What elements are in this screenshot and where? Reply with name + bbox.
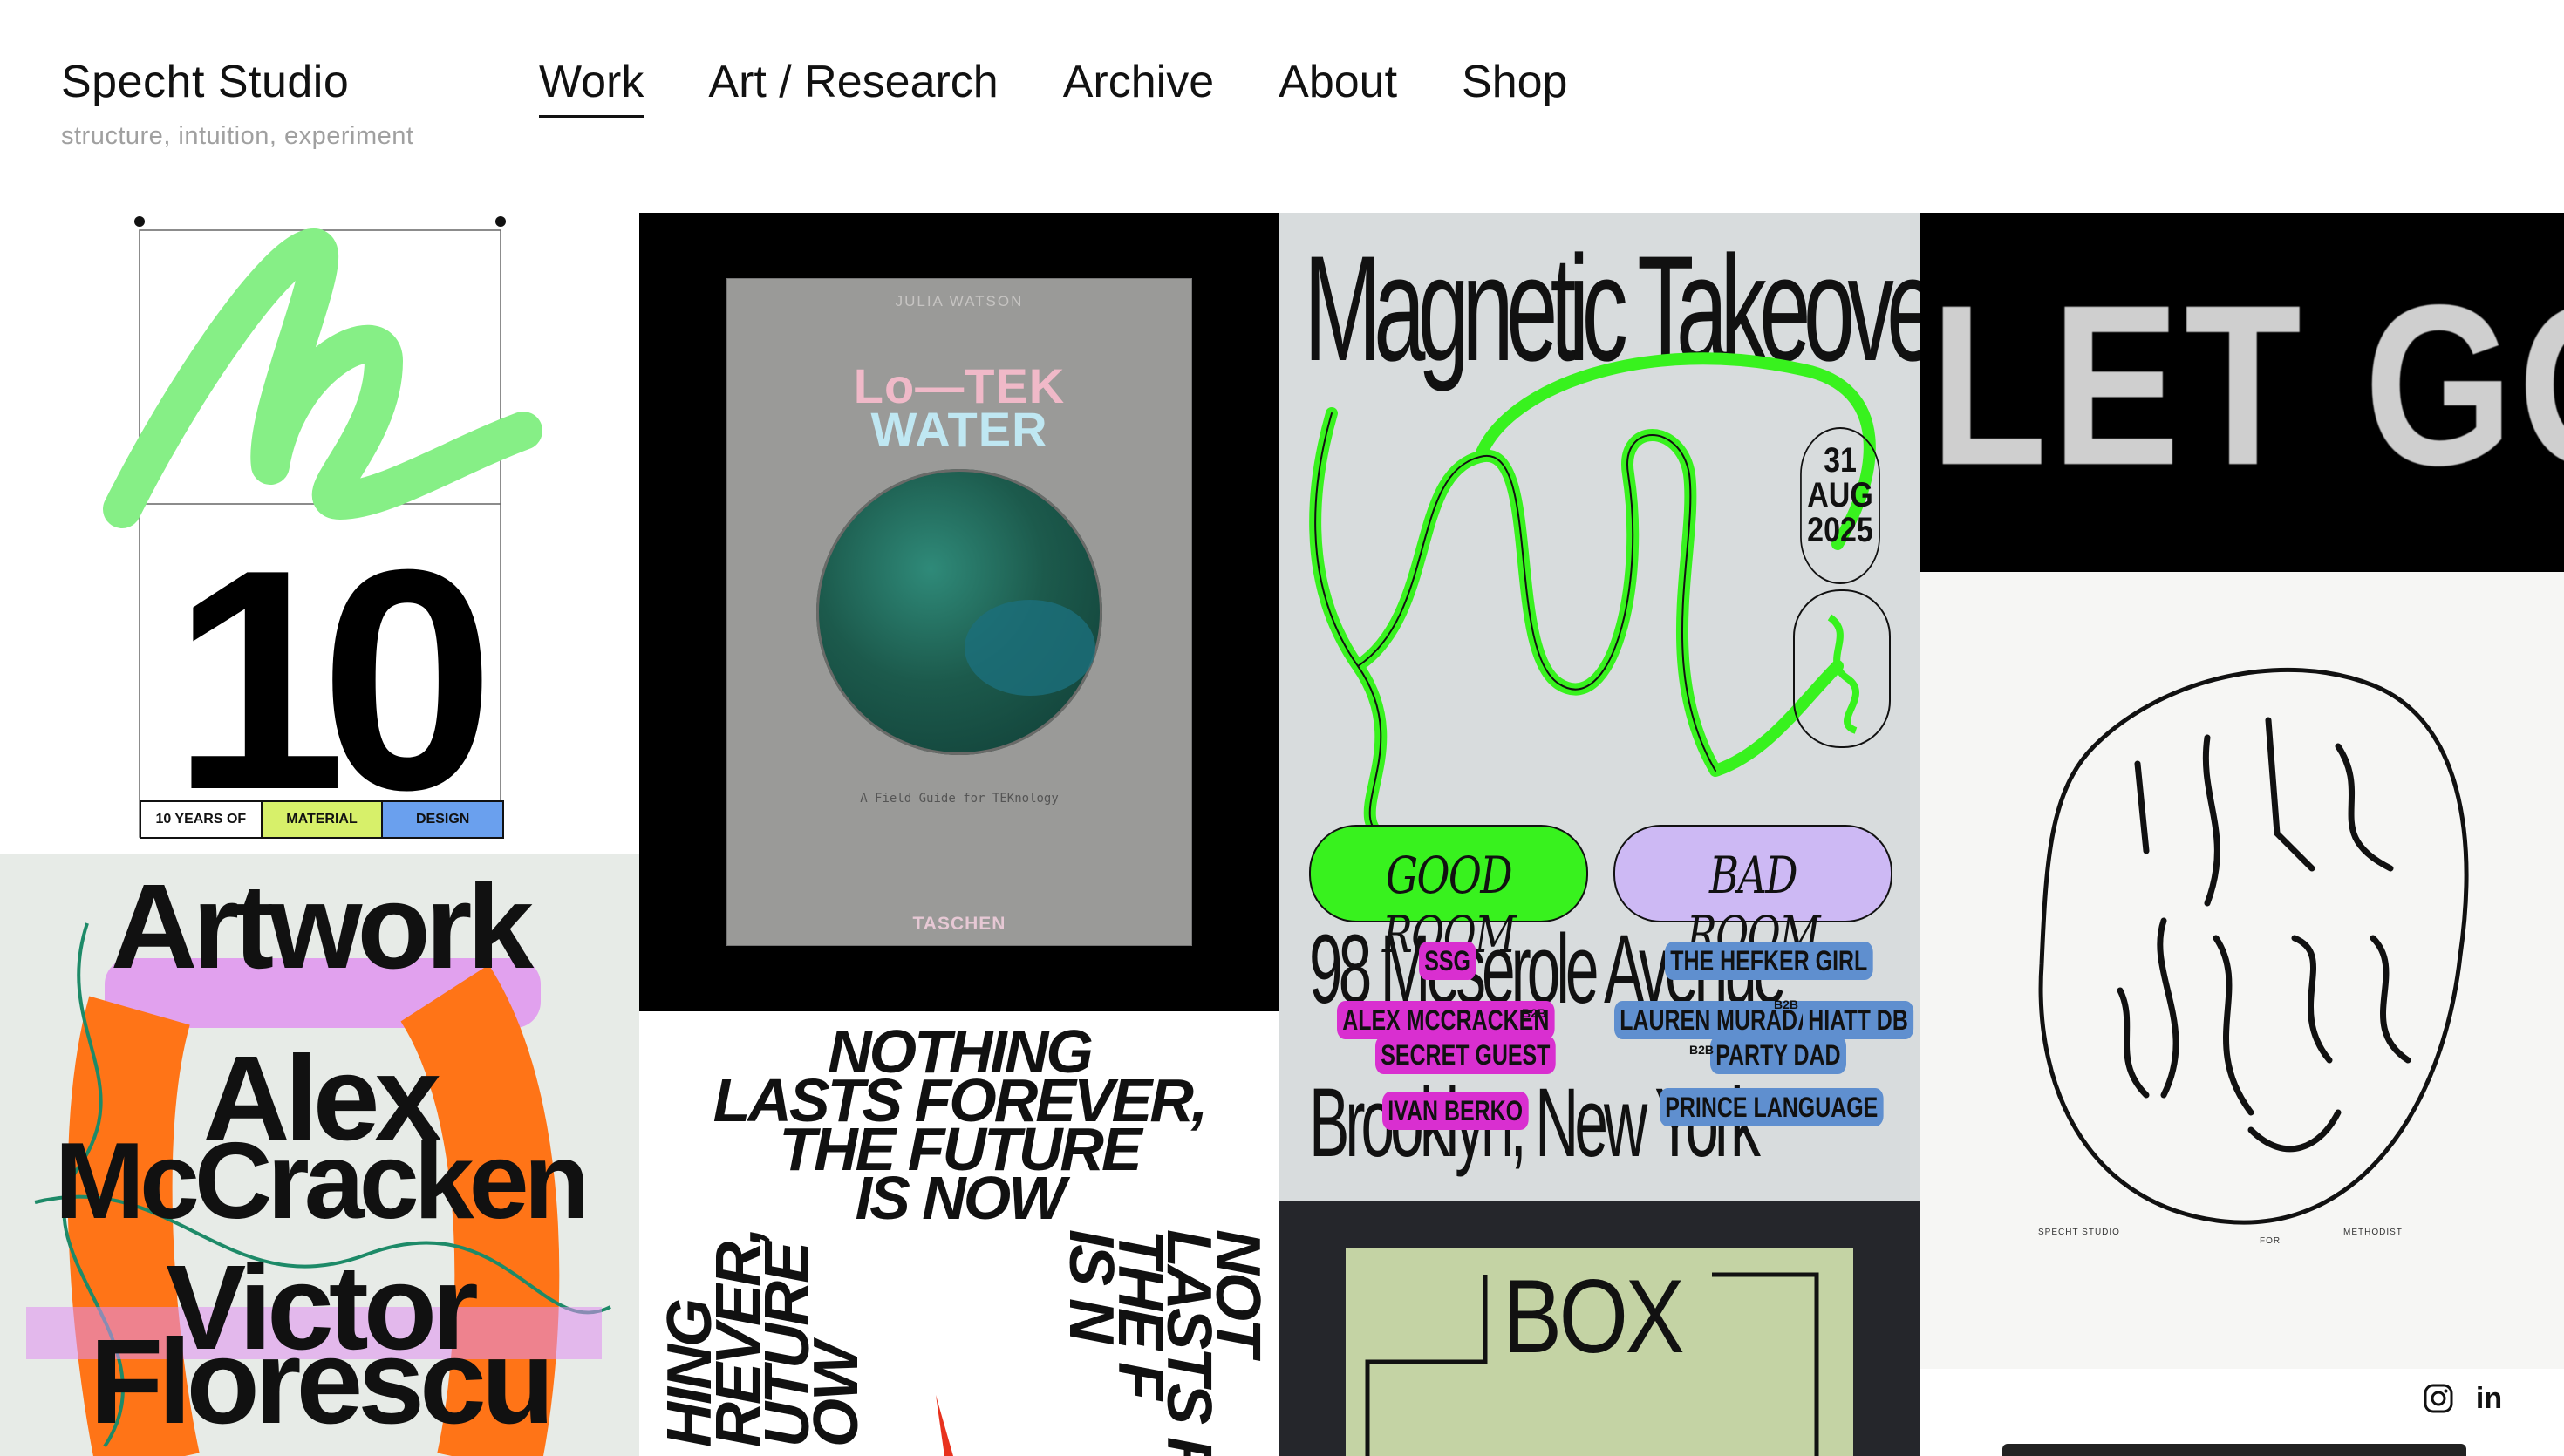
lineup-artist: SSG: [1419, 942, 1476, 980]
project-tile-glitch-type[interactable]: LET GO: [1920, 213, 2564, 572]
ten-years-strip: 10 YEARS OF MATERIAL DESIGN: [140, 800, 504, 839]
bad-room-badge: BAD ROOM: [1613, 825, 1892, 964]
project-tile-artwork-poster[interactable]: Artwork Alex McCracken Victor Florescu: [0, 854, 639, 1456]
glitch-type: LET GO: [1930, 257, 2564, 513]
main-nav: Work Art / Research Archive About Shop: [539, 54, 1567, 118]
red-stroke: [936, 1395, 953, 1456]
scribble-footer-right: METHODIST: [2343, 1228, 2403, 1237]
lineup-artist: IVAN BERKO: [1382, 1092, 1529, 1130]
photo-thumbnail-edge[interactable]: [2002, 1444, 2466, 1456]
book-title-line: WATER: [870, 402, 1048, 457]
book-title: Lo—TEK WATER: [727, 362, 1191, 457]
nav-item-archive[interactable]: Archive: [1063, 54, 1214, 118]
lineup-artist: PARTY DAD: [1710, 1036, 1846, 1074]
nav-item-art-research[interactable]: Art / Research: [708, 54, 998, 118]
b2b-marker: B2B: [1774, 997, 1799, 1011]
lineup-artist: THE HEFKER GIRL: [1665, 942, 1873, 980]
scribble-footer-left: SPECHT STUDIO: [2038, 1228, 2120, 1237]
box-book-cover: BOX: [1346, 1248, 1853, 1456]
scribble-footer-mid: FOR: [2260, 1236, 2281, 1246]
artwork-line: Florescu: [89, 1315, 555, 1449]
linkedin-icon[interactable]: in: [2472, 1381, 2506, 1416]
artwork-line: Artwork: [110, 860, 534, 994]
project-tile-scribble[interactable]: SPECHT STUDIO FOR METHODIST: [1920, 572, 2564, 1369]
book-cover: JULIA WATSON Lo—TEK WATER A Field Guide …: [727, 279, 1191, 945]
instagram-icon[interactable]: [2421, 1381, 2456, 1416]
project-tile-photo[interactable]: [1920, 1369, 2564, 1456]
book-aerial-image: [816, 469, 1102, 755]
brand: Specht Studio structure, intuition, expe…: [61, 54, 413, 151]
project-tile-ten-years[interactable]: 10 10 YEARS OF MATERIAL DESIGN: [0, 213, 639, 854]
scribble-artwork: [2038, 667, 2469, 1225]
nav-item-work[interactable]: Work: [539, 54, 644, 118]
lineup-artist: HIATT DB: [1803, 1001, 1914, 1039]
strip-cell: MATERIAL: [262, 802, 384, 837]
ten-years-artwork: 10: [103, 216, 542, 854]
book-publisher: TASCHEN: [912, 914, 1006, 934]
lineup-artist: SECRET GUEST: [1375, 1036, 1556, 1074]
event-date: 31 AUG 2025: [1800, 427, 1880, 584]
book-subtitle: A Field Guide for TEKnology: [860, 792, 1059, 806]
site-tagline: structure, intuition, experiment: [61, 122, 414, 150]
squiggle-icon: [1827, 614, 1859, 734]
book-author: JULIA WATSON: [895, 293, 1024, 310]
artwork-line: McCracken: [54, 1121, 590, 1242]
event-logo-pill: [1793, 589, 1891, 748]
project-tile-lotek-book[interactable]: JULIA WATSON Lo—TEK WATER A Field Guide …: [639, 213, 1279, 1011]
strip-cell: 10 YEARS OF: [141, 802, 263, 837]
good-room-badge: GOOD ROOM: [1309, 825, 1588, 964]
b2b-marker: B2B: [1689, 1043, 1715, 1057]
date-line: 31: [1824, 441, 1857, 480]
site-title[interactable]: Specht Studio: [61, 54, 413, 110]
project-tile-magnetic-takeover[interactable]: Magnetic Takeover 31 AUG 2025 GOOD ROOM …: [1279, 213, 1920, 1201]
nav-item-about[interactable]: About: [1279, 54, 1397, 118]
project-tile-nothing-lasts[interactable]: NOTHING LASTS FOREVER, THE FUTURE IS NOW…: [639, 1011, 1279, 1456]
lineup-artist: PRINCE LANGUAGE: [1660, 1088, 1884, 1126]
box-linework: [1365, 1272, 1819, 1456]
date-line: AUG: [1807, 476, 1873, 514]
nav-item-shop[interactable]: Shop: [1462, 54, 1567, 118]
b2b-marker: B2B: [1522, 1006, 1547, 1020]
project-tile-box-book[interactable]: BOX: [1279, 1201, 1920, 1456]
strip-cell: DESIGN: [383, 802, 503, 837]
date-line: 2025: [1807, 511, 1873, 549]
